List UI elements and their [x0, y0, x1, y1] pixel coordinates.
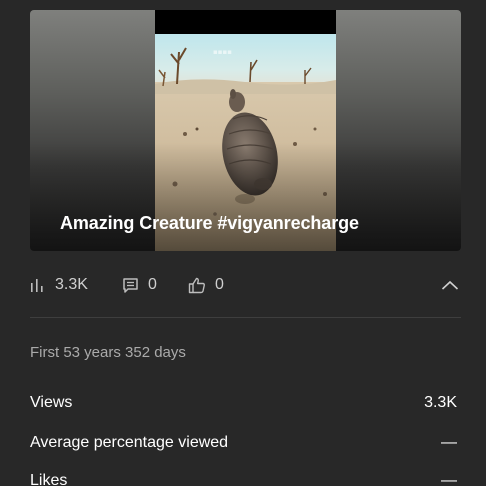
svg-text:▪▪▪▪: ▪▪▪▪ [213, 48, 232, 56]
metric-value: — [441, 472, 457, 486]
metric-row-average-percentage-viewed: Average percentage viewed — [30, 434, 457, 454]
collapse-button[interactable] [438, 273, 462, 297]
views-stat: 3.3K [30, 272, 88, 298]
metric-value: — [441, 434, 457, 451]
metric-value: 3.3K [424, 394, 457, 411]
bar-chart-icon [31, 279, 43, 292]
metric-label: Average percentage viewed [30, 434, 229, 451]
likes-stat: 0 [188, 272, 224, 298]
video-thumbnail-card[interactable]: ▪▪▪▪ Amazing Creature #vigyanrecharge [30, 10, 461, 251]
thumbs-up-icon [188, 277, 205, 293]
comments-count: 0 [148, 276, 157, 293]
section-divider [30, 317, 461, 318]
chevron-up-icon [441, 280, 459, 290]
metric-row-likes: Likes — [30, 472, 457, 486]
video-title: Amazing Creature #vigyanrecharge [60, 213, 359, 233]
metric-label: Likes [30, 472, 68, 486]
period-label: First 53 years 352 days [30, 344, 186, 361]
thumbnail-letterbox [155, 10, 336, 34]
video-analytics-panel: ▪▪▪▪ Amazing Creature #vigyanrecharge 3.… [0, 0, 486, 486]
comment-icon [123, 277, 138, 293]
metric-label: Views [30, 394, 73, 411]
likes-count: 0 [215, 276, 224, 293]
metric-row-views: Views 3.3K [30, 394, 457, 414]
comments-stat: 0 [122, 272, 157, 298]
views-count: 3.3K [55, 276, 88, 293]
video-stats-row: 3.3K 0 0 [30, 272, 461, 298]
